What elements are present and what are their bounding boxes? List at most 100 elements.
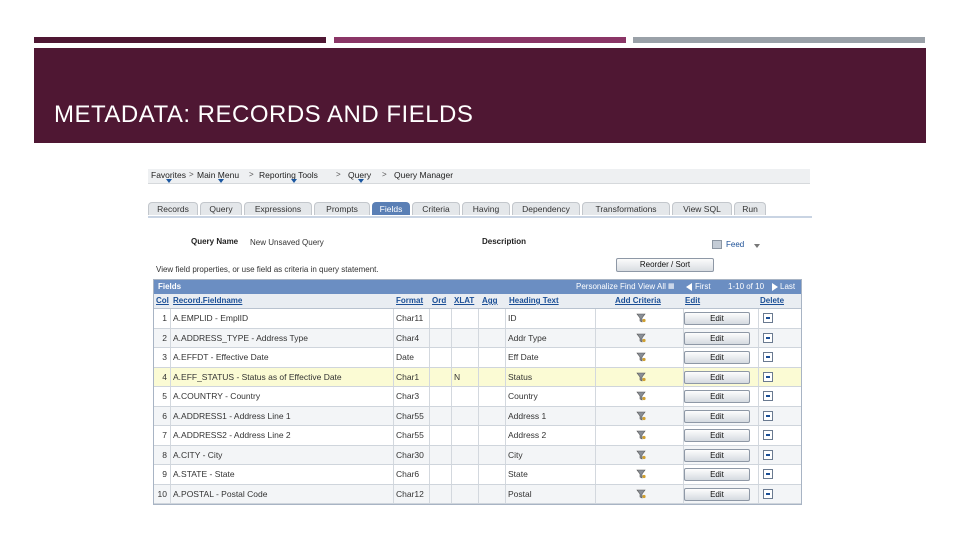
chevron-down-icon[interactable] — [166, 179, 172, 183]
edit-button[interactable]: Edit — [684, 370, 750, 384]
minus-box-icon[interactable] — [763, 430, 773, 440]
tab-prompts[interactable]: Prompts — [314, 202, 370, 215]
col-header-ord[interactable]: Ord — [432, 296, 446, 305]
edit-button[interactable]: Edit — [684, 331, 750, 345]
col-header-agg[interactable]: Agg — [482, 296, 498, 305]
tab-run[interactable]: Run — [734, 202, 766, 215]
chevron-down-icon[interactable] — [218, 179, 224, 183]
cell-fieldname: A.EMPLID - EmplID — [171, 309, 394, 328]
col-header-add-criteria: Add Criteria — [615, 296, 661, 305]
tab-view-sql[interactable]: View SQL — [672, 202, 732, 215]
minus-box-icon[interactable] — [763, 371, 773, 382]
cell-fieldname: A.ADDRESS2 - Address Line 2 — [171, 426, 394, 445]
accent-bar-3 — [633, 37, 925, 43]
feed-icon[interactable] — [712, 240, 722, 249]
cell-heading: City — [506, 445, 596, 464]
edit-button[interactable]: Edit — [684, 468, 750, 481]
cell-heading: Status — [506, 367, 596, 386]
cell-edit: Edit — [684, 484, 759, 503]
minus-box-icon[interactable] — [763, 449, 773, 460]
col-header-col[interactable]: Col — [156, 296, 169, 305]
chevron-down-icon[interactable] — [291, 179, 297, 183]
cell-ord — [430, 348, 452, 367]
funnel-icon[interactable] — [636, 450, 646, 460]
slide-title: METADATA: RECORDS AND FIELDS — [54, 101, 474, 128]
funnel-icon[interactable] — [636, 313, 646, 323]
funnel-icon[interactable] — [636, 430, 646, 440]
arrow-right-icon[interactable] — [772, 283, 778, 291]
minus-box-icon[interactable] — [763, 352, 773, 362]
table-row: 2 A.ADDRESS_TYPE - Address Type Char4 Addr … — [154, 328, 801, 348]
col-header-fieldname[interactable]: Record.Fieldname — [173, 296, 242, 305]
last-link[interactable]: Last — [780, 280, 795, 294]
funnel-icon[interactable] — [636, 489, 646, 499]
chevron-down-icon[interactable] — [754, 244, 760, 248]
title-banner: METADATA: RECORDS AND FIELDS — [34, 48, 926, 143]
funnel-icon[interactable] — [636, 469, 646, 479]
accent-bar-2 — [334, 37, 626, 43]
minus-box-icon[interactable] — [763, 391, 773, 401]
edit-button[interactable]: Edit — [684, 448, 750, 462]
minus-box-icon[interactable] — [763, 313, 773, 323]
cell-delete — [759, 465, 801, 484]
funnel-icon[interactable] — [636, 391, 646, 401]
cell-fieldname: A.ADDRESS1 - Address Line 1 — [171, 406, 394, 425]
breadcrumb-separator: > — [249, 170, 254, 179]
arrow-left-icon[interactable] — [686, 283, 692, 291]
find-link[interactable]: Find — [620, 280, 636, 294]
col-header-heading[interactable]: Heading Text — [509, 296, 559, 305]
personalize-link[interactable]: Personalize — [576, 280, 618, 294]
funnel-icon[interactable] — [636, 352, 646, 362]
minus-box-icon[interactable] — [763, 410, 773, 421]
chevron-down-icon[interactable] — [358, 179, 364, 183]
cell-format: Char11 — [394, 309, 430, 328]
tab-dependency[interactable]: Dependency — [512, 202, 580, 215]
cell-add-criteria — [596, 406, 684, 425]
fields-hint-text: View field properties, or use field as c… — [156, 265, 379, 274]
edit-button[interactable]: Edit — [684, 351, 750, 364]
reorder-sort-button[interactable]: Reorder / Sort — [616, 258, 714, 272]
row-range: 1-10 of 10 — [728, 282, 765, 291]
tab-records[interactable]: Records — [148, 202, 198, 215]
cell-fieldname: A.STATE - State — [171, 465, 394, 484]
cell-delete — [759, 485, 801, 504]
cell-xlat — [452, 309, 479, 328]
tab-having[interactable]: Having — [462, 202, 510, 215]
edit-button[interactable]: Edit — [684, 429, 750, 442]
funnel-icon[interactable] — [636, 411, 646, 421]
query-manager-screenshot: Favorites > Main Menu > Reporting Tools … — [148, 160, 812, 510]
minus-box-icon[interactable] — [763, 488, 773, 499]
view-all-link[interactable]: View All — [638, 280, 666, 294]
minus-box-icon[interactable] — [763, 332, 773, 343]
tab-expressions[interactable]: Expressions — [244, 202, 312, 215]
table-row: 3 A.EFFDT - Effective Date Date Eff Date Edi… — [154, 348, 801, 368]
cell-agg — [479, 309, 506, 328]
cell-col: 6 — [154, 406, 171, 425]
tab-query[interactable]: Query — [200, 202, 242, 215]
cell-heading: State — [506, 465, 596, 484]
cell-xlat: N — [452, 367, 479, 386]
edit-button[interactable]: Edit — [684, 390, 750, 403]
cell-edit: Edit — [684, 445, 759, 464]
grid-view-icon[interactable]: ▦ — [668, 280, 675, 294]
feed-link[interactable]: Feed — [726, 240, 744, 249]
cell-agg — [479, 445, 506, 464]
funnel-icon[interactable] — [636, 372, 646, 382]
first-link[interactable]: First — [695, 280, 711, 294]
tab-criteria[interactable]: Criteria — [412, 202, 460, 215]
tab-transformations[interactable]: Transformations — [582, 202, 670, 215]
cell-add-criteria — [596, 465, 684, 484]
edit-button[interactable]: Edit — [684, 487, 750, 501]
edit-button[interactable]: Edit — [684, 409, 750, 423]
tab-fields[interactable]: Fields — [372, 202, 410, 215]
cell-xlat — [452, 328, 479, 347]
col-header-xlat[interactable]: XLAT — [454, 296, 474, 305]
cell-agg — [479, 406, 506, 425]
cell-fieldname: A.EFFDT - Effective Date — [171, 348, 394, 367]
minus-box-icon[interactable] — [763, 469, 773, 479]
cell-delete — [759, 407, 801, 426]
edit-button[interactable]: Edit — [684, 312, 750, 325]
funnel-icon[interactable] — [636, 333, 646, 343]
breadcrumb-reporting-tools[interactable]: Reporting Tools — [259, 170, 318, 180]
col-header-format[interactable]: Format — [396, 296, 423, 305]
